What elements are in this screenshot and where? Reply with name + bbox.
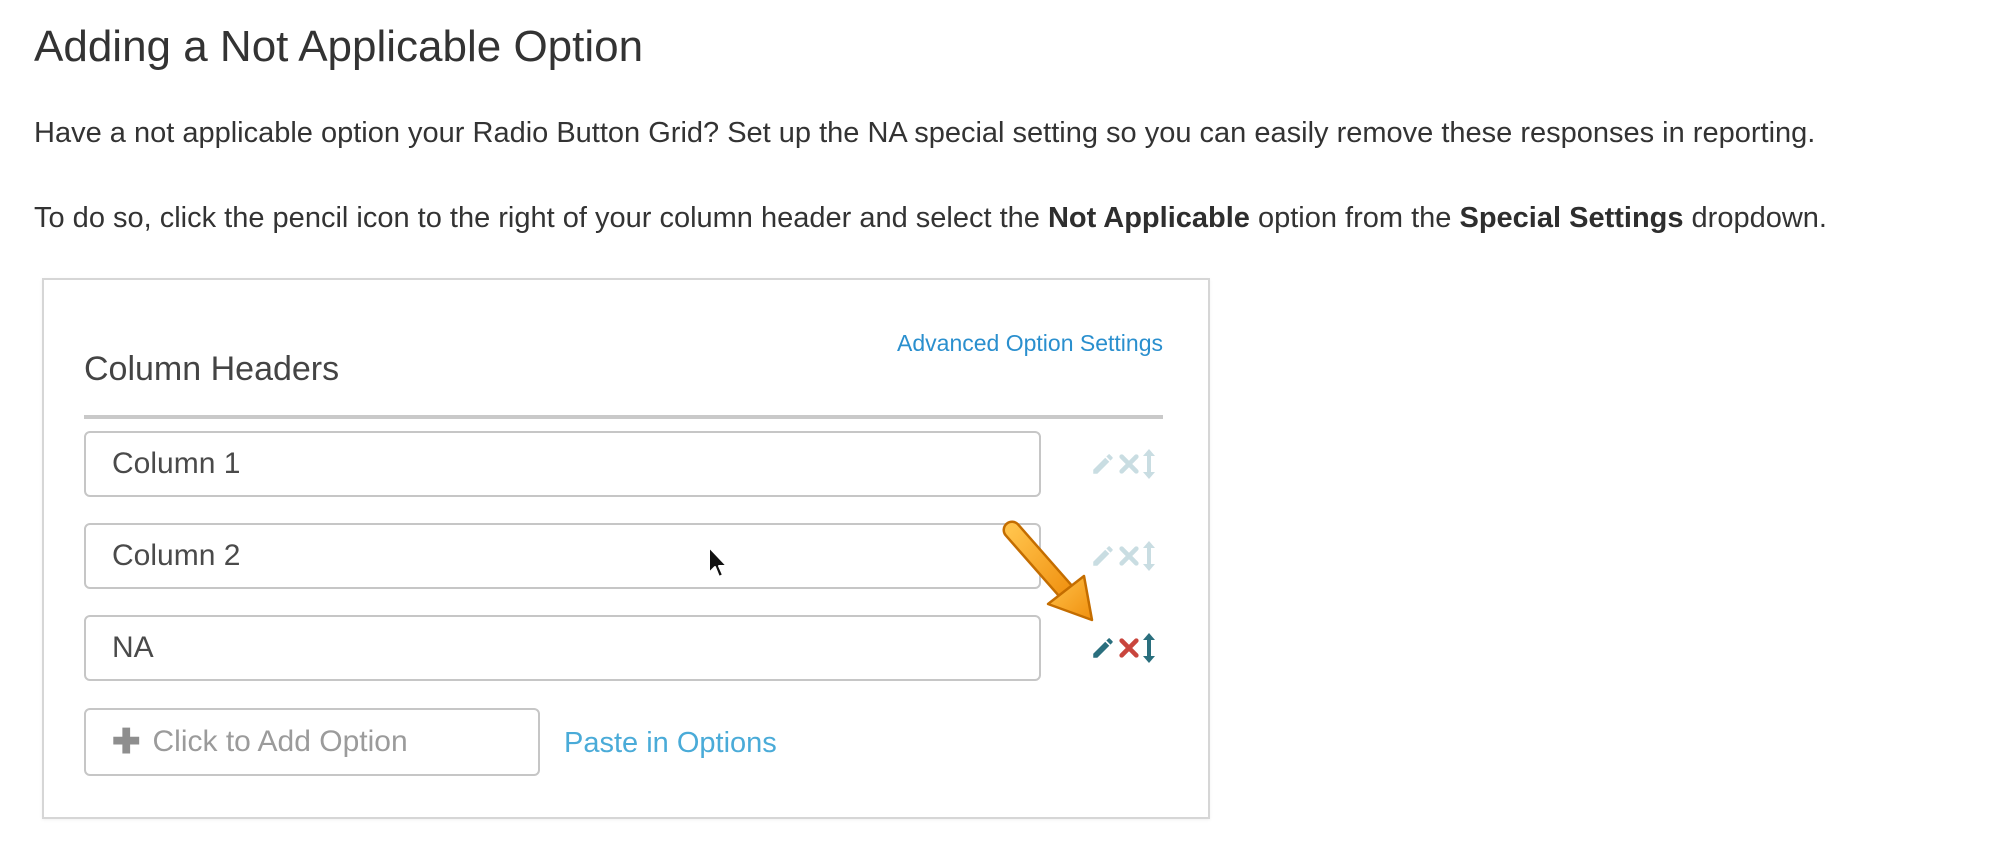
pencil-icon[interactable] xyxy=(1090,635,1116,661)
close-icon[interactable] xyxy=(1118,637,1140,659)
instructions-paragraph: To do so, click the pencil icon to the r… xyxy=(34,202,1827,235)
plus-icon: ✚ xyxy=(112,723,141,761)
add-option-label: Click to Add Option xyxy=(152,725,408,758)
instructions-text-1: To do so, click the pencil icon to the r… xyxy=(34,202,1048,234)
close-icon[interactable] xyxy=(1118,545,1140,567)
annotation-arrow-icon xyxy=(1000,518,1110,635)
column-option-input-1[interactable] xyxy=(84,431,1041,497)
section-divider xyxy=(84,415,1163,419)
instructions-bold-not-applicable: Not Applicable xyxy=(1047,202,1250,234)
vertical-resize-icon[interactable] xyxy=(1142,631,1156,665)
option-actions-1 xyxy=(1090,444,1170,484)
column-option-input-2[interactable] xyxy=(84,523,1041,589)
page-title: Adding a Not Applicable Option xyxy=(34,22,644,71)
pencil-icon[interactable] xyxy=(1090,451,1116,477)
close-icon[interactable] xyxy=(1118,453,1140,475)
vertical-resize-icon[interactable] xyxy=(1142,539,1156,573)
advanced-option-settings-link[interactable]: Advanced Option Settings xyxy=(897,330,1163,357)
instructions-text-3: dropdown. xyxy=(1683,202,1827,234)
instructions-bold-special-settings: Special Settings xyxy=(1459,202,1684,234)
column-option-input-3[interactable] xyxy=(84,615,1041,681)
instructions-text-2: option from the xyxy=(1249,202,1460,234)
vertical-resize-icon[interactable] xyxy=(1142,447,1156,481)
column-headers-title: Column Headers xyxy=(84,350,340,388)
mouse-cursor-icon xyxy=(707,545,731,586)
paste-in-options-link[interactable]: Paste in Options xyxy=(564,727,777,760)
intro-paragraph: Have a not applicable option your Radio … xyxy=(34,117,1816,149)
add-option-button[interactable]: ✚ Click to Add Option xyxy=(84,708,540,776)
